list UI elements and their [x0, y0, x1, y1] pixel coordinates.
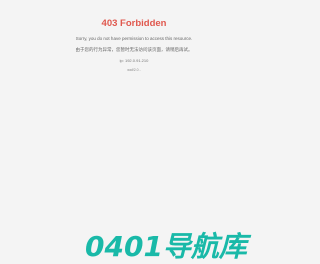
error-message-cn: 由于您的行为异常，您暂时无法访问该页面，请稍后再试。 [75, 47, 193, 52]
error-message-en: Sorry, you do not have permission to acc… [75, 36, 193, 41]
server-version: waf/2.0 - [127, 68, 141, 72]
error-container: 403 Forbidden Sorry, you do not have per… [0, 18, 268, 73]
error-title: 403 Forbidden [101, 18, 167, 29]
site-watermark: 0401导航库 [85, 230, 247, 263]
client-ip: ip: 192.0.91.210 [119, 58, 149, 63]
